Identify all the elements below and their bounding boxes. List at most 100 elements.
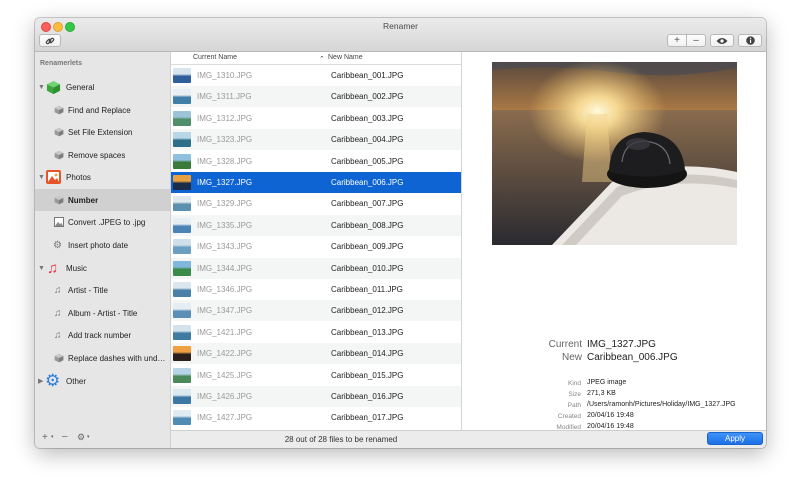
remove-renamerlet-button[interactable]: – bbox=[62, 431, 68, 442]
table-row[interactable]: IMG_1343.JPG Caribbean_009.JPG bbox=[171, 236, 461, 257]
new-name-cell: Caribbean_012.JPG bbox=[331, 306, 404, 316]
sidebar-group-label: Music bbox=[66, 263, 87, 273]
column-current-name[interactable]: Current Name bbox=[193, 54, 237, 61]
sidebar-item-insert-date[interactable]: ⚙ Insert photo date bbox=[35, 234, 170, 256]
music-note-icon: ♫ bbox=[47, 259, 59, 277]
table-row[interactable]: IMG_1421.JPG Caribbean_013.JPG bbox=[171, 322, 461, 343]
app-window: Renamer + – Renamerlets ▼ General Find a… bbox=[35, 18, 766, 448]
thumbnail-image bbox=[173, 217, 191, 233]
photo-icon bbox=[46, 170, 61, 184]
sidebar-item-artist-title[interactable]: ♫ Artist - Title bbox=[35, 279, 170, 301]
sidebar-group-general[interactable]: ▼ General bbox=[35, 76, 170, 98]
thumbnail-image bbox=[173, 346, 191, 362]
status-text: 28 out of 28 files to be renamed bbox=[284, 435, 398, 444]
sidebar-item-find-replace[interactable]: Find and Replace bbox=[35, 99, 170, 121]
table-row[interactable]: IMG_1346.JPG Caribbean_011.JPG bbox=[171, 279, 461, 300]
table-row[interactable]: IMG_1335.JPG Caribbean_008.JPG bbox=[171, 214, 461, 236]
column-new-name[interactable]: New Name bbox=[328, 54, 363, 61]
gear-menu-button[interactable]: ⚙ bbox=[77, 432, 85, 443]
sidebar-item-replace-dashes[interactable]: Replace dashes with unde... bbox=[35, 347, 170, 369]
sidebar-item-label: Remove spaces bbox=[68, 150, 126, 160]
thumbnail-image bbox=[173, 303, 191, 319]
current-name-cell: IMG_1426.JPG bbox=[197, 392, 253, 401]
thumbnail-image bbox=[173, 367, 191, 383]
sidebar-item-label: Set File Extension bbox=[68, 127, 133, 137]
info-icon bbox=[745, 36, 755, 45]
new-name-cell: Caribbean_017.JPG bbox=[331, 413, 404, 423]
sidebar-item-album-artist-title[interactable]: ♫ Album - Artist - Title bbox=[35, 302, 170, 324]
detail-value-modified: 20/04/16 19:48 bbox=[587, 423, 634, 430]
new-name-cell: Caribbean_009.JPG bbox=[331, 242, 404, 252]
sidebar-item-convert-jpeg[interactable]: Convert .JPEG to .jpg bbox=[35, 211, 170, 233]
sidebar: Renamerlets ▼ General Find and Replace S… bbox=[35, 52, 171, 448]
sidebar-item-label: Insert photo date bbox=[68, 240, 129, 250]
current-name-cell: IMG_1344.JPG bbox=[197, 263, 253, 273]
table-row[interactable]: IMG_1310.JPG Caribbean_001.JPG bbox=[171, 65, 461, 86]
list-header: Current Name ⌃ New Name bbox=[171, 52, 461, 65]
sidebar-group-label: Other bbox=[66, 376, 87, 386]
table-row[interactable]: IMG_1347.JPG Caribbean_012.JPG bbox=[171, 300, 461, 322]
sidebar-group-music[interactable]: ▼ ♫ Music bbox=[35, 257, 170, 279]
new-name-cell: Caribbean_005.JPG bbox=[331, 156, 404, 166]
disclosure-triangle-icon[interactable]: ▼ bbox=[38, 174, 45, 181]
disclosure-triangle-icon[interactable]: ▼ bbox=[38, 84, 45, 91]
table-row[interactable]: IMG_1311.JPG Caribbean_002.JPG bbox=[171, 86, 461, 108]
table-row[interactable]: IMG_1427.JPG Caribbean_017.JPG bbox=[171, 407, 461, 428]
table-row[interactable]: IMG_1422.JPG Caribbean_014.JPG bbox=[171, 343, 461, 365]
cube-icon bbox=[54, 150, 64, 160]
sort-ascending-icon: ⌃ bbox=[319, 56, 325, 63]
table-row[interactable]: IMG_1328.JPG Caribbean_005.JPG bbox=[171, 151, 461, 172]
sidebar-group-other[interactable]: ▶ ⚙ Other bbox=[35, 370, 170, 392]
sidebar-item-remove-spaces[interactable]: Remove spaces bbox=[35, 144, 170, 166]
sidebar-item-number[interactable]: Number bbox=[35, 189, 170, 211]
new-name-cell: Caribbean_004.JPG bbox=[331, 135, 404, 145]
sidebar-group-photos[interactable]: ▼ Photos bbox=[35, 166, 170, 188]
thumbnail-image bbox=[173, 89, 191, 105]
music-note-icon: ♫ bbox=[54, 307, 62, 319]
sidebar-item-add-track-number[interactable]: ♫ Add track number bbox=[35, 324, 170, 346]
sidebar-item-set-extension[interactable]: Set File Extension bbox=[35, 121, 170, 143]
info-button[interactable] bbox=[738, 34, 762, 47]
new-name-cell: Caribbean_001.JPG bbox=[331, 71, 404, 80]
current-name-cell: IMG_1427.JPG bbox=[197, 413, 253, 423]
thumbnail-image bbox=[173, 175, 191, 190]
link-button[interactable] bbox=[39, 34, 61, 47]
detail-key-kind: Kind bbox=[567, 380, 581, 387]
disclosure-triangle-icon[interactable]: ▼ bbox=[38, 265, 45, 272]
sidebar-heading: Renamerlets bbox=[40, 60, 83, 67]
thumbnail-image bbox=[173, 260, 191, 276]
current-name-cell: IMG_1329.JPG bbox=[197, 199, 253, 209]
window-title: Renamer bbox=[383, 21, 418, 31]
preview-button[interactable] bbox=[710, 34, 734, 47]
detail-value-size: 271,3 KB bbox=[587, 390, 616, 397]
table-row[interactable]: IMG_1329.JPG Caribbean_007.JPG bbox=[171, 193, 461, 214]
disclosure-triangle-icon[interactable]: ▶ bbox=[38, 377, 43, 385]
new-name-cell: Caribbean_006.JPG bbox=[331, 178, 404, 187]
current-name-cell: IMG_1347.JPG bbox=[197, 306, 253, 316]
current-filename: IMG_1327.JPG bbox=[587, 339, 656, 350]
chevron-down-icon: ▾ bbox=[87, 434, 90, 440]
eye-icon bbox=[716, 37, 728, 44]
table-row[interactable]: IMG_1323.JPG Caribbean_004.JPG bbox=[171, 129, 461, 151]
current-name-cell: IMG_1335.JPG bbox=[197, 220, 253, 230]
table-row[interactable]: IMG_1344.JPG Caribbean_010.JPG bbox=[171, 257, 461, 279]
sidebar-footer: + ▾ – ⚙ ▾ bbox=[35, 430, 170, 448]
add-renamerlet-button[interactable]: + bbox=[42, 432, 48, 443]
add-files-button[interactable]: + bbox=[667, 34, 687, 47]
add-label: + bbox=[674, 35, 680, 46]
thumbnail-image bbox=[173, 239, 191, 255]
thumbnail-image bbox=[173, 68, 191, 83]
thumbnail-image bbox=[173, 410, 191, 426]
thumbnail-image bbox=[173, 153, 191, 169]
table-row[interactable]: IMG_1425.JPG Caribbean_015.JPG bbox=[171, 365, 461, 386]
apply-button[interactable]: Apply bbox=[707, 432, 763, 445]
table-row[interactable]: IMG_1327.JPG Caribbean_006.JPG bbox=[171, 172, 461, 193]
sidebar-item-label: Number bbox=[68, 195, 99, 205]
current-name-cell: IMG_1328.JPG bbox=[197, 156, 253, 166]
link-icon bbox=[45, 37, 55, 44]
remove-files-button[interactable]: – bbox=[686, 34, 706, 47]
new-name-cell: Caribbean_002.JPG bbox=[331, 92, 404, 102]
table-row[interactable]: IMG_1426.JPG Caribbean_016.JPG bbox=[171, 386, 461, 407]
current-name-cell: IMG_1311.JPG bbox=[197, 92, 252, 102]
table-row[interactable]: IMG_1312.JPG Caribbean_003.JPG bbox=[171, 108, 461, 129]
